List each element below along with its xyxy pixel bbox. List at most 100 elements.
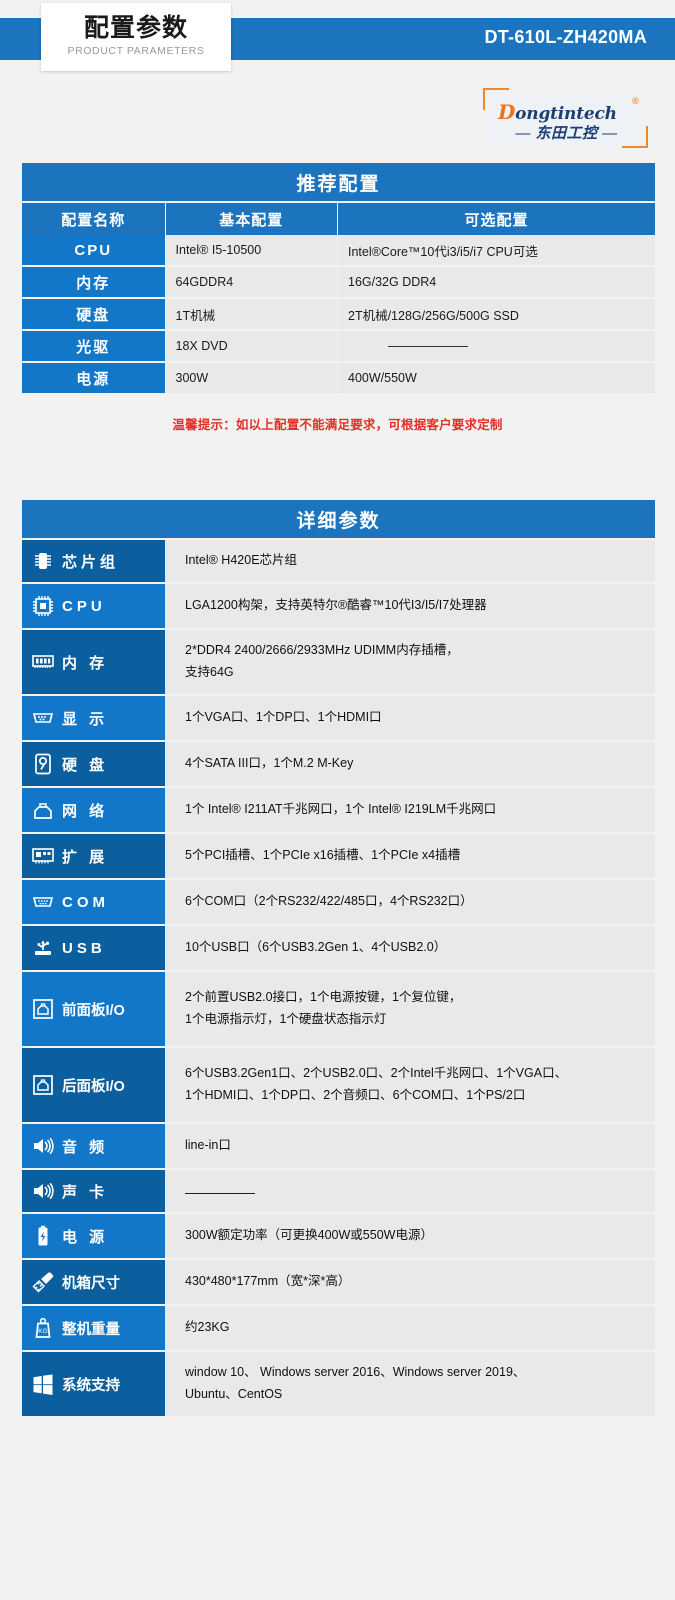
- row-value-line: window 10、 Windows server 2016、Windows s…: [185, 1365, 526, 1380]
- weight-icon: KG: [30, 1315, 56, 1341]
- row-value-line: 1个VGA口、1个DP口、1个HDMI口: [185, 710, 382, 725]
- row-basic-value: 300W: [165, 363, 337, 393]
- row-label-cell: USB: [22, 926, 165, 970]
- table-row: 扩 展 5个PCI插槽、1个PCIe x16插槽、1个PCIe x4插槽: [22, 834, 655, 878]
- row-label-cell: COM: [22, 880, 165, 924]
- detail-parameters-table: 详细参数 芯片组 Intel® H420E芯片组 CPU LGA1200构架，支持英特…: [22, 500, 655, 1418]
- row-value-cell: 1个 Intel® I211AT千兆网口，1个 Intel® I219LM千兆网…: [165, 788, 655, 832]
- table-row: 电源 300W 400W/550W: [22, 363, 655, 393]
- page-title-plate: 配置参数 PRODUCT PARAMETERS: [41, 3, 231, 71]
- table-row: 芯片组 Intel® H420E芯片组: [22, 540, 655, 582]
- expansion-icon: [30, 843, 56, 869]
- row-label-text: 整机重量: [62, 1321, 120, 1338]
- table-row: 音 频 line-in口: [22, 1124, 655, 1168]
- row-value-line: 1个电源指示灯，1个硬盘状态指示灯: [185, 1012, 387, 1026]
- memory-icon: [30, 649, 56, 675]
- table-row: COM 6个COM口（2个RS232/422/485口，4个RS232口）: [22, 880, 655, 924]
- product-model: DT-610L-ZH420MA: [484, 27, 647, 47]
- row-label-text: 后面板I/O: [62, 1078, 125, 1095]
- row-value-line: 2个前置USB2.0接口，1个电源按键，1个复位键，: [185, 990, 462, 1005]
- row-label: 光驱: [22, 331, 165, 361]
- row-value-line: 430*480*177mm（宽*深*高）: [185, 1274, 351, 1289]
- row-value-cell: line-in口: [165, 1124, 655, 1168]
- logo-dash-right: —: [602, 125, 618, 142]
- row-label: 内存: [22, 267, 165, 297]
- row-label-text: 前面板I/O: [62, 1002, 125, 1019]
- table-row: 系统支持 window 10、 Windows server 2016、Windo…: [22, 1352, 655, 1416]
- row-basic-value: 64GDDR4: [165, 267, 337, 297]
- row-label-text: 网 络: [62, 802, 109, 820]
- row-value-line: 1个HDMI口、1个DP口、2个音频口、6个COM口、1个PS/2口: [185, 1088, 526, 1102]
- table-header-row: 配置名称 基本配置 可选配置: [22, 203, 655, 235]
- brand-cn-text: 东田工控: [535, 125, 598, 142]
- row-value-cell: 430*480*177mm（宽*深*高）: [165, 1260, 655, 1304]
- row-label-cell: 网 络: [22, 788, 165, 832]
- row-value-line: line-in口: [185, 1138, 231, 1153]
- table-row: 后面板I/O 6个USB3.2Gen1口、2个USB2.0口、2个Intel千兆网…: [22, 1048, 655, 1122]
- ruler-icon: [30, 1269, 56, 1295]
- table-row: USB 10个USB口（6个USB3.2Gen 1、4个USB2.0）: [22, 926, 655, 970]
- brand-initial: D: [498, 100, 516, 124]
- column-header-basic: 基本配置: [165, 203, 337, 235]
- row-basic-value: 1T机械: [165, 299, 337, 329]
- table-row: 电 源 300W额定功率（可更换400W或550W电源）: [22, 1214, 655, 1258]
- row-optional-value: 16G/32G DDR4: [338, 267, 655, 297]
- row-label-cell: 内 存: [22, 630, 165, 694]
- row-label-text: 芯片组: [62, 553, 120, 571]
- table-row: KG 整机重量 约23KG: [22, 1306, 655, 1350]
- row-divider: [22, 393, 655, 395]
- row-label-cell: 机箱尺寸: [22, 1260, 165, 1304]
- row-value-cell: 5个PCI插槽、1个PCIe x16插槽、1个PCIe x4插槽: [165, 834, 655, 878]
- row-label-text: 机箱尺寸: [62, 1275, 120, 1292]
- row-value-cell: 4个SATA III口，1个M.2 M-Key: [165, 742, 655, 786]
- row-label-text: USB: [62, 939, 106, 957]
- row-label-cell: KG 整机重量: [22, 1306, 165, 1350]
- row-value-line: 300W额定功率（可更换400W或550W电源）: [185, 1228, 433, 1243]
- row-label-text: 扩 展: [62, 848, 109, 866]
- row-label: 硬盘: [22, 299, 165, 329]
- table-row: CPU Intel® I5-10500 Intel®Core™10代i3/i5/i7…: [22, 235, 655, 265]
- row-label-cell: 后面板I/O: [22, 1048, 165, 1122]
- row-value-cell: LGA1200构架，支持英特尔®酷睿™10代I3/I5/I7处理器: [165, 584, 655, 628]
- row-label-text: 硬 盘: [62, 756, 109, 774]
- row-label-text: 系统支持: [62, 1377, 120, 1394]
- table-row: 声 卡: [22, 1170, 655, 1212]
- rear-io-icon: [30, 1072, 56, 1098]
- row-value-cell: 300W额定功率（可更换400W或550W电源）: [165, 1214, 655, 1258]
- row-label-text: 声 卡: [62, 1183, 109, 1201]
- audio-icon: [30, 1133, 56, 1159]
- row-label-cell: 系统支持: [22, 1352, 165, 1416]
- row-label-cell: 电 源: [22, 1214, 165, 1258]
- recommended-config-title: 推荐配置: [22, 163, 655, 201]
- row-label-text: COM: [62, 893, 109, 911]
- page-subtitle: PRODUCT PARAMETERS: [67, 45, 205, 57]
- row-value-line: Ubuntu、CentOS: [185, 1387, 283, 1401]
- row-value-cell: window 10、 Windows server 2016、Windows s…: [165, 1352, 655, 1416]
- column-header-name: 配置名称: [22, 203, 165, 235]
- brand-name-en: Dongtintech: [498, 100, 617, 124]
- table-row: 显 示 1个VGA口、1个DP口、1个HDMI口: [22, 696, 655, 740]
- detail-parameters-title: 详细参数: [22, 500, 655, 538]
- row-label: CPU: [22, 235, 165, 265]
- row-value-line: LGA1200构架，支持英特尔®酷睿™10代I3/I5/I7处理器: [185, 598, 487, 613]
- table-row: 硬 盘 4个SATA III口，1个M.2 M-Key: [22, 742, 655, 786]
- row-label-text: 电 源: [62, 1228, 109, 1246]
- row-value-cell: 2*DDR4 2400/2666/2933MHz UDIMM内存插槽， 支持64G: [165, 630, 655, 694]
- table-row: 前面板I/O 2个前置USB2.0接口，1个电源按键，1个复位键， 1个电源指示灯，…: [22, 972, 655, 1046]
- logo-dash-left: —: [515, 125, 531, 142]
- table-row: 内存 64GDDR4 16G/32G DDR4: [22, 267, 655, 297]
- table-row: 硬盘 1T机械 2T机械/128G/256G/500G SSD: [22, 299, 655, 329]
- row-label-cell: 扩 展: [22, 834, 165, 878]
- row-value-line: 6个COM口（2个RS232/422/485口，4个RS232口）: [185, 894, 473, 909]
- usb-icon: [30, 935, 56, 961]
- row-label-cell: 声 卡: [22, 1170, 165, 1212]
- row-label-cell: 前面板I/O: [22, 972, 165, 1046]
- brand-name-cn: — 东田工控 —: [494, 122, 639, 143]
- soundcard-icon: [30, 1178, 56, 1204]
- row-basic-value: Intel® I5-10500: [165, 235, 337, 265]
- row-value-cell: 1个VGA口、1个DP口、1个HDMI口: [165, 696, 655, 740]
- table-row: 内 存 2*DDR4 2400/2666/2933MHz UDIMM内存插槽， 支持…: [22, 630, 655, 694]
- cpu-icon: [30, 593, 56, 619]
- row-value-cell: 6个USB3.2Gen1口、2个USB2.0口、2个Intel千兆网口、1个VG…: [165, 1048, 655, 1122]
- empty-dash-icon: [185, 1180, 647, 1202]
